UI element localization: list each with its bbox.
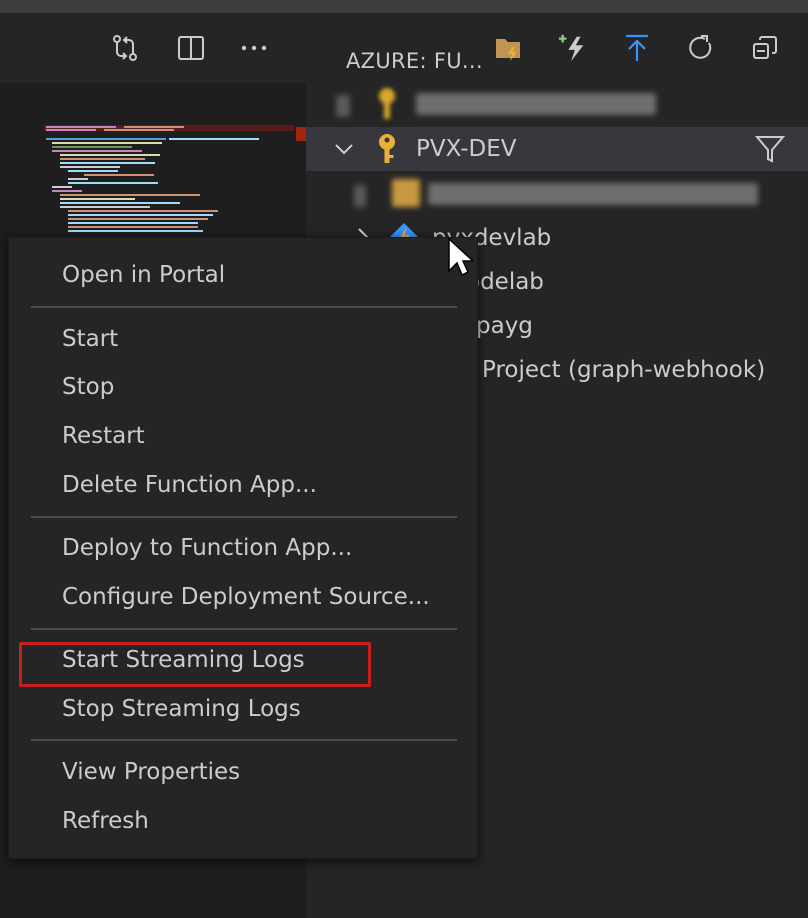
menu-separator: [31, 739, 457, 741]
menu-item-open-in-portal[interactable]: Open in Portal: [62, 262, 225, 288]
blurred-account-name: [416, 93, 656, 115]
menu-item-start[interactable]: Start: [62, 326, 118, 352]
menu-item-view-properties[interactable]: View Properties: [62, 759, 240, 785]
toolbar: AZURE: FU...: [0, 13, 808, 83]
highlight-annotation: [19, 642, 371, 687]
local-project-label: Project (graph-webhook): [482, 357, 766, 383]
blurred-resource-name: [428, 183, 758, 205]
subscription-label: PVX-DEV: [416, 136, 517, 162]
menu-separator: [31, 306, 457, 308]
menu-item-configure-deployment-source[interactable]: Configure Deployment Source...: [62, 584, 430, 610]
chevron-down-icon[interactable]: [333, 138, 355, 164]
menu-item-restart[interactable]: Restart: [62, 423, 145, 449]
blurred-account-row: [306, 83, 808, 127]
blurred-resource-row: [306, 171, 808, 215]
menu-item-delete-function-app[interactable]: Delete Function App...: [62, 472, 317, 498]
title-bar-strip: [0, 0, 808, 13]
deploy-icon[interactable]: [622, 33, 652, 63]
collapse-all-icon[interactable]: [750, 33, 780, 63]
create-function-icon[interactable]: [558, 33, 588, 63]
panel-title: AZURE: FU...: [346, 49, 483, 73]
more-actions-icon[interactable]: [239, 33, 269, 63]
menu-item-deploy-to-function-app[interactable]: Deploy to Function App...: [62, 535, 352, 561]
menu-item-stop-streaming-logs[interactable]: Stop Streaming Logs: [62, 696, 301, 722]
blurred-marker: [354, 185, 366, 207]
menu-item-refresh[interactable]: Refresh: [62, 808, 149, 834]
minimap-scroll-indicator: [296, 127, 306, 141]
context-menu: Open in Portal Start Stop Restart Delete…: [8, 237, 478, 859]
blurred-marker: [336, 95, 350, 117]
mouse-cursor-icon: [447, 237, 475, 281]
split-editor-icon[interactable]: [176, 33, 206, 63]
function-app-label: payg: [476, 313, 533, 339]
tree-item-subscription[interactable]: PVX-DEV: [306, 127, 808, 171]
blurred-resource-icon: [392, 179, 420, 207]
compare-changes-icon[interactable]: [110, 33, 140, 63]
refresh-icon[interactable]: [686, 33, 716, 63]
menu-item-stop[interactable]: Stop: [62, 374, 114, 400]
minimap[interactable]: [44, 125, 294, 240]
key-icon: [376, 87, 398, 121]
menu-separator: [31, 516, 457, 518]
key-icon: [376, 133, 398, 169]
menu-separator: [31, 628, 457, 630]
open-folder-icon[interactable]: [494, 33, 524, 63]
filter-icon[interactable]: [754, 134, 786, 168]
